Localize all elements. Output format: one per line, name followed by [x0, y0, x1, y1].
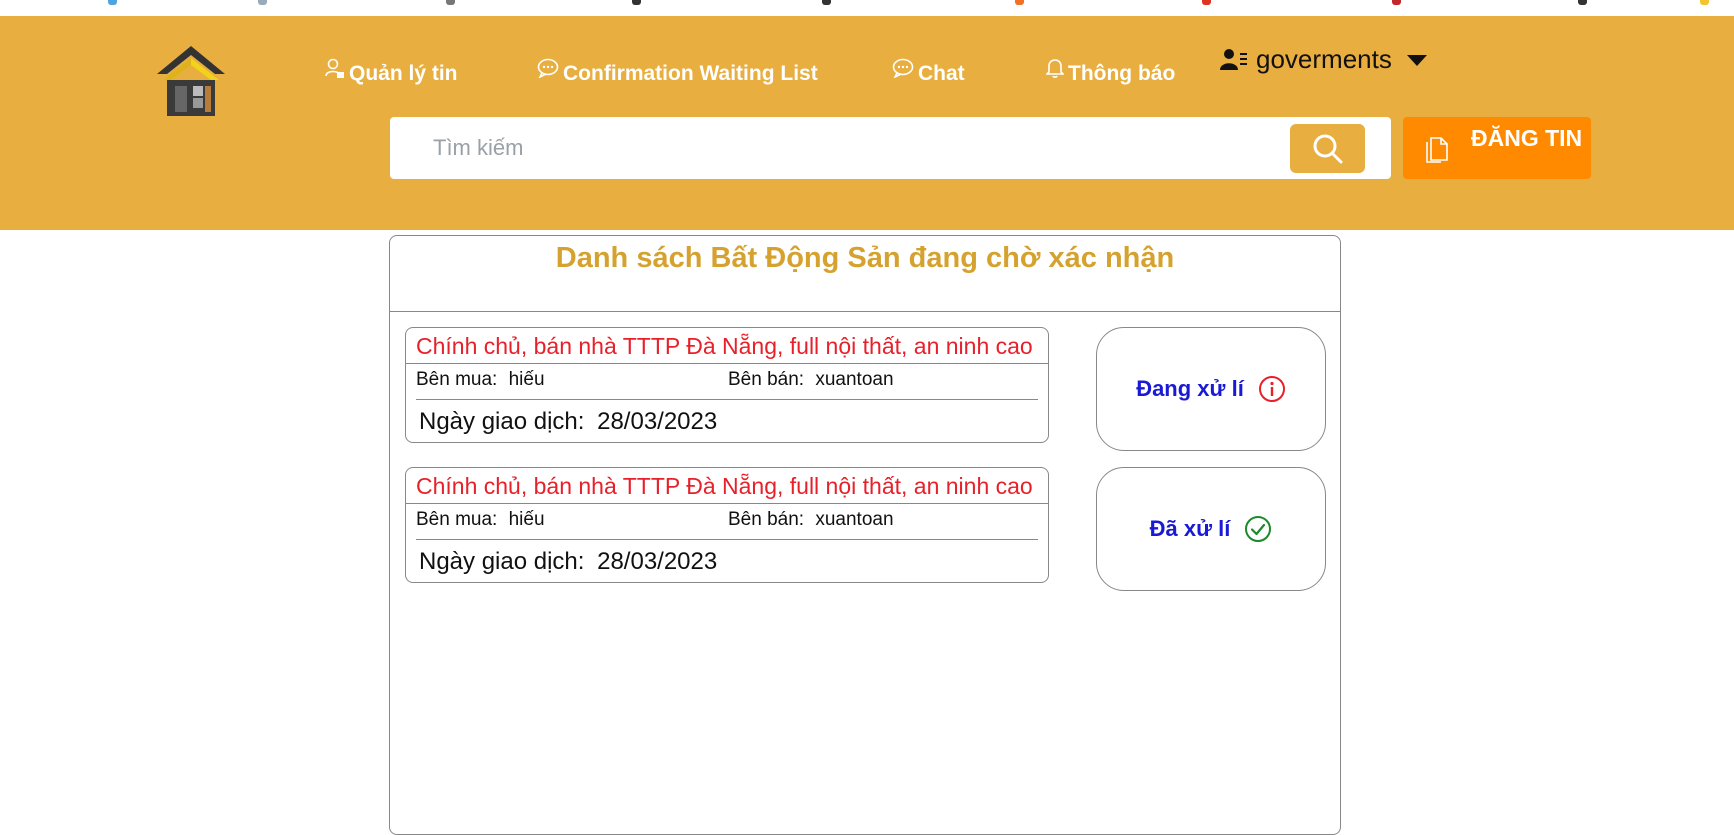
user-name: goverments	[1256, 44, 1392, 74]
post-listing-button[interactable]: ĐĂNG TIN	[1403, 117, 1591, 179]
site-header: Quản lý tin Confirmation Waiting List Ch…	[0, 16, 1734, 230]
transaction-card[interactable]: Chính chủ, bán nhà TTTP Đà Nẵng, full nộ…	[405, 467, 1049, 583]
transaction-date: Ngày giao dịch: 28/03/2023	[419, 548, 717, 576]
bookmark-icon[interactable]	[446, 0, 455, 5]
bookmark-icon[interactable]	[258, 0, 267, 5]
search-bar	[390, 117, 1391, 179]
bookmark-icon[interactable]	[108, 0, 117, 5]
date-label: Ngày giao dịch:	[419, 548, 585, 575]
divider	[416, 539, 1038, 540]
status-label: Đã xử lí	[1149, 516, 1231, 541]
chat-bubble-icon	[892, 58, 914, 78]
bell-icon	[1046, 59, 1064, 78]
bookmark-icon[interactable]	[822, 0, 831, 5]
search-button[interactable]	[1290, 124, 1365, 173]
status-label: Đang xử lí	[1136, 376, 1244, 401]
bookmark-icon[interactable]	[1578, 0, 1587, 5]
nav-notifications-label: Thông báo	[1068, 62, 1176, 85]
pending-transactions-panel: Danh sách Bất Động Sản đang chờ xác nhận…	[389, 235, 1341, 835]
seller-value: xuantoan	[815, 509, 894, 530]
date-value: 28/03/2023	[597, 548, 718, 575]
nav-manage-posts-label: Quản lý tin	[349, 62, 458, 85]
divider	[416, 399, 1038, 400]
house-logo-icon[interactable]	[153, 40, 229, 118]
divider	[406, 363, 1048, 364]
nav-manage-posts[interactable]: Quản lý tin	[325, 58, 458, 86]
post-listing-label: ĐĂNG TIN	[1471, 125, 1583, 151]
seller-label: Bên bán:	[728, 369, 805, 390]
bookmark-icon[interactable]	[1392, 0, 1401, 5]
document-icon	[1426, 137, 1448, 163]
buyer-label: Bên mua:	[416, 509, 498, 530]
buyer-line: Bên mua: hiếu	[416, 509, 545, 531]
user-list-icon	[1220, 48, 1247, 70]
nav-chat[interactable]: Chat	[892, 58, 965, 86]
seller-line: Bên bán: xuantoan	[728, 369, 894, 391]
nav-confirmation-list-label: Confirmation Waiting List	[563, 62, 818, 85]
status-done-button[interactable]: Đã xử lí	[1096, 467, 1326, 591]
nav-chat-label: Chat	[918, 62, 965, 85]
buyer-value: hiếu	[508, 369, 545, 390]
buyer-label: Bên mua:	[416, 369, 498, 390]
divider	[390, 311, 1340, 312]
listing-title-link[interactable]: Chính chủ, bán nhà TTTP Đà Nẵng, full nộ…	[416, 333, 1046, 360]
search-icon	[1313, 134, 1342, 163]
info-icon	[1258, 376, 1285, 402]
bookmark-icon[interactable]	[1015, 0, 1024, 5]
chat-bubble-icon	[537, 58, 559, 78]
bookmark-icon[interactable]	[1202, 0, 1211, 5]
divider	[406, 503, 1048, 504]
bookmark-icon[interactable]	[632, 0, 641, 5]
transaction-card[interactable]: Chính chủ, bán nhà TTTP Đà Nẵng, full nộ…	[405, 327, 1049, 443]
seller-label: Bên bán:	[728, 509, 805, 530]
user-lock-icon	[325, 58, 344, 78]
bookmark-icon[interactable]	[1700, 0, 1709, 5]
buyer-line: Bên mua: hiếu	[416, 369, 545, 391]
date-label: Ngày giao dịch:	[419, 408, 585, 435]
browser-bookmarks-strip	[0, 0, 1734, 16]
search-input[interactable]	[390, 117, 1270, 179]
transaction-date: Ngày giao dịch: 28/03/2023	[419, 408, 717, 436]
caret-down-icon	[1406, 54, 1427, 66]
status-pending-button[interactable]: Đang xử lí	[1096, 327, 1326, 451]
user-menu[interactable]: goverments	[1220, 44, 1428, 75]
listing-title-link[interactable]: Chính chủ, bán nhà TTTP Đà Nẵng, full nộ…	[416, 473, 1046, 500]
nav-notifications[interactable]: Thông báo	[1046, 59, 1176, 86]
check-circle-icon	[1245, 516, 1272, 542]
buyer-value: hiếu	[508, 509, 545, 530]
nav-confirmation-list[interactable]: Confirmation Waiting List	[537, 58, 818, 86]
page-title: Danh sách Bất Động Sản đang chờ xác nhận	[555, 242, 1175, 274]
date-value: 28/03/2023	[597, 408, 718, 435]
seller-value: xuantoan	[815, 369, 894, 390]
seller-line: Bên bán: xuantoan	[728, 509, 894, 531]
